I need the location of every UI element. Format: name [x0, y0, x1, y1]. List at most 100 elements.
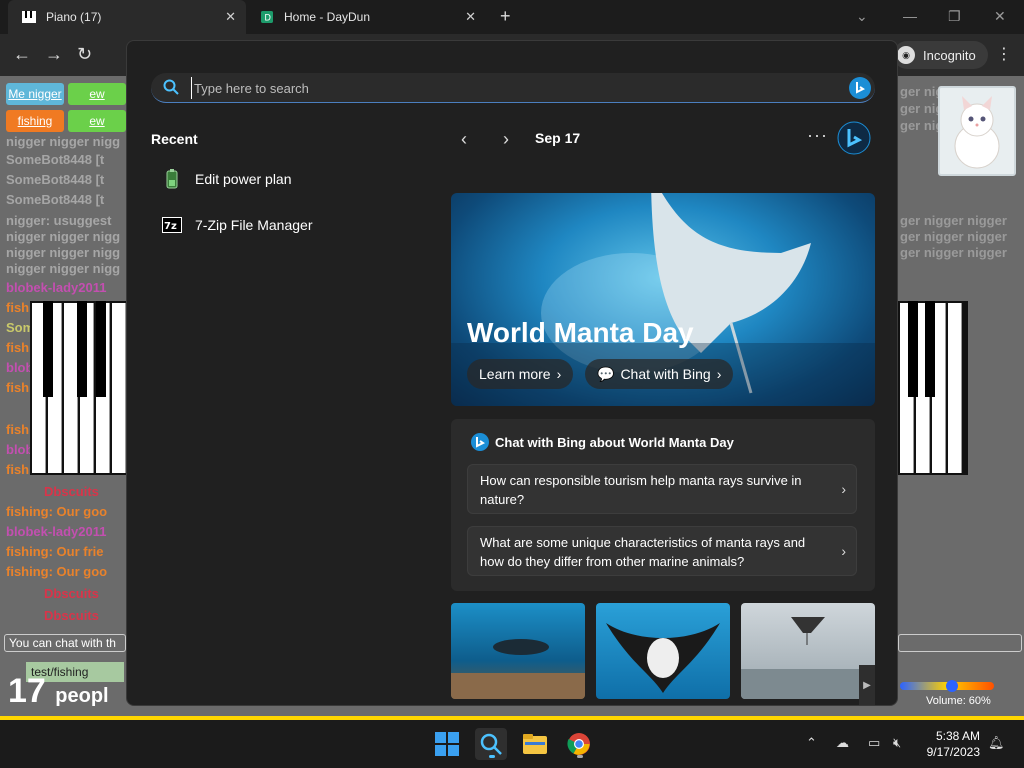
daydun-icon: D [261, 11, 273, 23]
thumbnail-manta-reef[interactable] [451, 603, 585, 699]
volume-label: Volume: 60% [926, 695, 991, 707]
tab-daydun[interactable]: D Home - DayDun ✕ [250, 0, 486, 34]
learn-more-button[interactable]: Learn more › [467, 359, 574, 389]
clock-date: 9/17/2023 [926, 745, 980, 759]
chrome-icon [567, 733, 590, 755]
chat-input-right[interactable] [898, 634, 1022, 652]
back-arrow-icon[interactable]: ← [13, 44, 31, 65]
chip-me[interactable]: Me nigger [6, 83, 64, 105]
minimize-button[interactable]: — [903, 8, 917, 24]
onedrive-icon[interactable]: ☁ [836, 735, 849, 751]
chat-with-bing-button[interactable]: 💬 Chat with Bing › [585, 359, 734, 389]
thumbnail-manta-underside[interactable] [596, 603, 730, 699]
incognito-icon: ◉ [897, 46, 915, 64]
chat-with-bing-label: Chat with Bing [620, 366, 711, 382]
running-indicator [577, 755, 583, 758]
chat-input[interactable]: You can chat with th [4, 634, 126, 652]
reload-icon[interactable]: ↻ [77, 44, 92, 65]
carousel-next-icon[interactable]: ▶ [859, 665, 875, 705]
recent-item-7zip[interactable]: 7z 7-Zip File Manager [161, 210, 313, 240]
chrome-button[interactable] [563, 728, 595, 760]
show-hidden-icons-chevron-icon[interactable]: ⌃ [806, 735, 817, 751]
incognito-label: Incognito [923, 47, 976, 63]
piano-white-key[interactable] [64, 303, 78, 473]
search-icon [480, 733, 502, 755]
chat-line: SomeBot8448 [t [6, 152, 105, 167]
close-tab-icon[interactable]: ✕ [225, 9, 236, 25]
more-options-icon[interactable]: ··· [807, 125, 828, 146]
people-label: peopl [55, 685, 109, 707]
recent-item-power-plan[interactable]: Edit power plan [161, 164, 292, 194]
chat-line: fish [6, 462, 30, 477]
chat-line: SomeBot8448 [t [6, 172, 105, 187]
start-button[interactable] [431, 728, 463, 760]
svg-text:D: D [264, 13, 271, 23]
bing-question-1[interactable]: How can responsible tourism help manta r… [467, 464, 857, 514]
previous-day-chevron-icon[interactable]: ‹ [461, 129, 467, 150]
close-window-button[interactable]: ✕ [994, 8, 1006, 25]
bing-icon[interactable] [849, 77, 871, 99]
bing-chat-icon[interactable] [837, 121, 871, 155]
thumbnail-manta-jump[interactable] [741, 603, 875, 699]
kitten-image [938, 86, 1016, 176]
hero-title: World Manta Day [467, 317, 694, 348]
chat-line: blobek-lady2011 [6, 524, 107, 539]
recent-item-label: 7-Zip File Manager [195, 217, 313, 233]
chat-line-right: ger nigger nigger [900, 229, 1007, 244]
chat-line: fishing: Our goo [6, 564, 108, 579]
windows-search-panel: Recent Edit power plan 7z 7-Zip File Man… [126, 40, 898, 706]
network-icon[interactable]: ▭ [868, 735, 880, 751]
tab-title: Piano (17) [46, 10, 102, 24]
restore-button[interactable]: ❐ [948, 8, 961, 25]
chat-line: fishing: Our frie [6, 544, 104, 559]
chevron-right-icon: › [556, 366, 562, 382]
chat-line: SomeBot8448 [t [6, 192, 105, 207]
people-number: 17 [8, 672, 46, 710]
system-clock[interactable]: 5:38 AM 9/17/2023 [918, 728, 980, 760]
clock-time: 5:38 AM [935, 729, 980, 743]
manta-jump-image [741, 617, 875, 699]
tab-piano[interactable]: Piano (17) ✕ [8, 0, 246, 34]
search-input[interactable] [191, 77, 791, 99]
taskbar-search-button[interactable] [475, 728, 507, 760]
next-day-chevron-icon[interactable]: › [503, 129, 509, 150]
chat-line: fish [6, 380, 30, 395]
new-tab-button[interactable]: + [500, 6, 511, 27]
chat-bubble-icon: 💬 [597, 365, 615, 382]
piano-black-key[interactable] [96, 301, 106, 397]
piano-black-key[interactable] [43, 301, 53, 397]
chip-ew-2[interactable]: ew [68, 110, 126, 132]
incognito-badge[interactable]: ◉ Incognito [893, 41, 988, 69]
manta-reef-image [451, 639, 585, 699]
windows-taskbar: ⌃ ☁ ▭ 🔇︎ 5:38 AM 9/17/2023 🔔︎ [0, 720, 1024, 768]
question-text: What are some unique characteristics of … [480, 535, 806, 569]
volume-slider[interactable] [900, 680, 994, 692]
bing-question-2[interactable]: What are some unique characteristics of … [467, 526, 857, 576]
piano-icon [22, 11, 36, 23]
piano-black-key[interactable] [908, 301, 918, 397]
forward-arrow-icon[interactable]: → [45, 44, 63, 65]
tab-search-chevron-icon[interactable]: ⌄ [856, 8, 868, 25]
chat-card-heading: Chat with Bing about World Manta Day [495, 435, 734, 450]
search-box[interactable] [151, 73, 875, 103]
volume-slider-knob[interactable] [946, 680, 958, 692]
piano-black-key[interactable] [77, 301, 87, 397]
close-tab-icon[interactable]: ✕ [465, 9, 476, 25]
browser-menu-icon[interactable]: ⋮ [996, 44, 1012, 64]
kitten-icon [954, 96, 1000, 169]
recent-heading: Recent [151, 131, 198, 147]
piano-white-key[interactable] [112, 303, 126, 473]
notifications-bell-icon[interactable]: 🔔︎ [988, 735, 1005, 751]
highlight-date: Sep 17 [535, 130, 581, 146]
volume-muted-icon[interactable]: 🔇︎ [893, 735, 901, 751]
piano-black-key[interactable] [925, 301, 935, 397]
search-icon [163, 79, 179, 95]
chip-ew[interactable]: ew [68, 83, 126, 105]
file-explorer-button[interactable] [519, 728, 551, 760]
bing-icon [471, 433, 489, 451]
hero-card[interactable]: World Manta Day Learn more › 💬 Chat with… [451, 193, 875, 406]
piano-white-key[interactable] [948, 303, 962, 473]
question-text: How can responsible tourism help manta r… [480, 473, 802, 507]
browser-tab-bar: Piano (17) ✕ D Home - DayDun ✕ + ⌄ — ❐ ✕ [0, 0, 1024, 34]
chip-fishing[interactable]: fishing [6, 110, 64, 132]
